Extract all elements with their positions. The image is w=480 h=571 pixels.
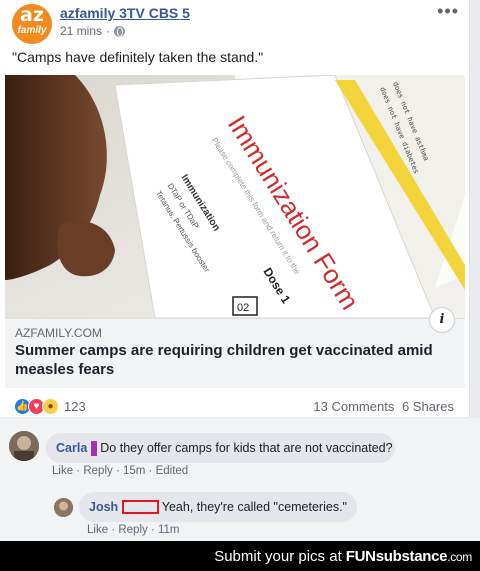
comment-time[interactable]: 15m (123, 465, 145, 477)
logo-substance: substance (375, 547, 448, 565)
comment-author[interactable]: Carla (56, 441, 87, 455)
comment-actions: Like · Reply · 15m · Edited (52, 465, 189, 477)
comment-reply-link[interactable]: Reply (83, 465, 112, 477)
post-stats: 13 Comments 6 Shares (313, 399, 454, 414)
page-name-link[interactable]: azfamily 3TV CBS 5 (60, 5, 190, 21)
wow-reaction-icon: ● (42, 397, 59, 415)
reply-author[interactable]: Josh (89, 500, 118, 514)
reactions-summary[interactable]: 👍 ♥ ● 123 (14, 397, 86, 415)
comments-count-link[interactable]: 13 Comments (313, 399, 394, 414)
link-domain: AZFAMILY.COM (15, 326, 102, 340)
reply-avatar[interactable] (54, 498, 73, 517)
shares-count-link[interactable]: 6 Shares (402, 399, 454, 414)
reply-bubble: Josh Yeah, they're called "cemeteries." (79, 492, 357, 522)
post-timestamp[interactable]: 21 mins (60, 24, 102, 38)
immunization-form-photo: Immunization Form Please complete this f… (5, 75, 465, 318)
page-avatar[interactable]: az family (12, 4, 52, 44)
comment-like-link[interactable]: Like (52, 465, 73, 477)
reply-like-link[interactable]: Like (87, 524, 108, 536)
comment-edited: Edited (155, 465, 189, 477)
reply-time[interactable]: 11m (158, 524, 180, 536)
post-header: az family azfamily 3TV CBS 5 21 mins · •… (12, 2, 459, 44)
site-logo: FUNsubstance.com (345, 547, 473, 565)
info-icon[interactable]: i (429, 307, 455, 333)
reply-actions: Like · Reply · 11m (87, 524, 180, 536)
logo-fun: FUN (345, 547, 376, 565)
logo-com: .com (447, 549, 472, 564)
footer-text: Submit your pics at (214, 547, 342, 565)
post-card: az family azfamily 3TV CBS 5 21 mins · •… (0, 0, 470, 417)
comments-section: Carla Do they offer camps for kids that … (0, 418, 480, 541)
comment-bubble: Carla Do they offer camps for kids that … (46, 433, 395, 463)
post-meta: 21 mins · (60, 24, 126, 38)
post-text: "Camps have definitely taken the stand." (12, 49, 264, 65)
link-headline[interactable]: Summer camps are requiring children get … (15, 341, 435, 379)
avatar-photo (9, 431, 39, 461)
more-options-icon[interactable]: ••• (437, 2, 459, 20)
redaction-box (91, 440, 98, 456)
form-date-stub: 02 (237, 302, 249, 314)
redaction-box (122, 500, 159, 514)
reply-text: Yeah, they're called "cemeteries." (161, 500, 347, 514)
globe-icon (114, 25, 126, 37)
link-preview-image[interactable]: Immunization Form Please complete this f… (5, 75, 465, 318)
avatar-logo-text: az (20, 4, 44, 26)
comment-text: Do they offer camps for kids that are no… (100, 441, 393, 455)
watermark-footer: Submit your pics at FUNsubstance.com (0, 541, 480, 571)
link-preview[interactable]: i AZFAMILY.COM Summer camps are requirin… (5, 307, 465, 388)
avatar-logo-subtext: family (17, 25, 47, 36)
reply-reply-link[interactable]: Reply (118, 524, 147, 536)
commenter-avatar[interactable] (9, 431, 39, 461)
avatar-photo (54, 498, 73, 517)
reaction-count: 123 (64, 398, 86, 414)
